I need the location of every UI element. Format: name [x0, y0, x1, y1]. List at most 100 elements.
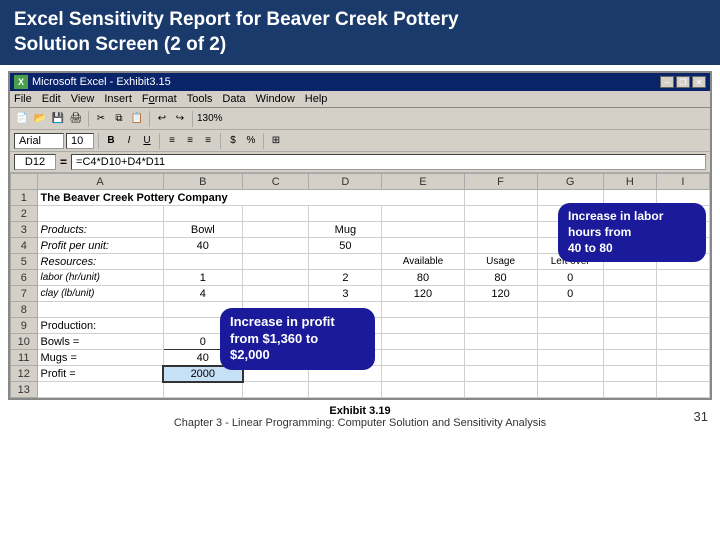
cell-b4[interactable]: 40 — [163, 238, 243, 254]
cell-i13[interactable] — [656, 382, 709, 398]
cell-e6[interactable]: 80 — [382, 270, 464, 286]
cell-a10[interactable]: Bowls = — [37, 334, 163, 350]
cell-c5[interactable] — [243, 254, 309, 270]
cell-g7[interactable]: 0 — [537, 286, 603, 302]
underline-icon[interactable]: U — [139, 133, 155, 149]
cell-a8[interactable] — [37, 302, 163, 318]
cell-f12[interactable] — [464, 366, 537, 382]
col-header-d[interactable]: D — [309, 174, 382, 190]
cell-i10[interactable] — [656, 334, 709, 350]
menu-format[interactable]: Format — [142, 93, 177, 105]
cell-a9[interactable]: Production: — [37, 318, 163, 334]
cell-d3[interactable]: Mug — [309, 222, 382, 238]
borders-icon[interactable]: ⊞ — [268, 133, 284, 149]
cell-e3[interactable] — [382, 222, 464, 238]
cell-reference-box[interactable]: D12 — [14, 154, 56, 170]
cell-e13[interactable] — [382, 382, 464, 398]
bold-icon[interactable]: B — [103, 133, 119, 149]
cell-a3[interactable]: Products: — [37, 222, 163, 238]
cell-i11[interactable] — [656, 350, 709, 366]
menu-view[interactable]: View — [71, 93, 95, 105]
cell-f11[interactable] — [464, 350, 537, 366]
cell-d7[interactable]: 3 — [309, 286, 382, 302]
menu-help[interactable]: Help — [305, 93, 328, 105]
cell-d5[interactable] — [309, 254, 382, 270]
close-button[interactable]: ✕ — [692, 76, 706, 88]
menu-tools[interactable]: Tools — [187, 93, 213, 105]
col-header-a[interactable]: A — [37, 174, 163, 190]
cell-d13[interactable] — [309, 382, 382, 398]
cell-b3[interactable]: Bowl — [163, 222, 243, 238]
percent-icon[interactable]: % — [243, 133, 259, 149]
cell-f9[interactable] — [464, 318, 537, 334]
col-header-i[interactable]: I — [656, 174, 709, 190]
cell-d6[interactable]: 2 — [309, 270, 382, 286]
col-header-b[interactable]: B — [163, 174, 243, 190]
align-right-icon[interactable]: ≡ — [200, 133, 216, 149]
align-left-icon[interactable]: ≡ — [164, 133, 180, 149]
cell-c4[interactable] — [243, 238, 309, 254]
col-header-e[interactable]: E — [382, 174, 464, 190]
cell-h8[interactable] — [603, 302, 656, 318]
cell-c2[interactable] — [243, 206, 309, 222]
cell-b5[interactable] — [163, 254, 243, 270]
cell-e9[interactable] — [382, 318, 464, 334]
open-icon[interactable]: 📂 — [32, 111, 48, 127]
new-icon[interactable]: 📄 — [14, 111, 30, 127]
menu-data[interactable]: Data — [222, 93, 245, 105]
cell-b6[interactable]: 1 — [163, 270, 243, 286]
cell-e5[interactable]: Available — [382, 254, 464, 270]
cell-e2[interactable] — [382, 206, 464, 222]
col-header-c[interactable]: C — [243, 174, 309, 190]
cell-a4[interactable]: Profit per unit: — [37, 238, 163, 254]
cell-h11[interactable] — [603, 350, 656, 366]
paste-icon[interactable]: 📋 — [129, 111, 145, 127]
cell-i8[interactable] — [656, 302, 709, 318]
currency-icon[interactable]: $ — [225, 133, 241, 149]
cell-c3[interactable] — [243, 222, 309, 238]
cell-a13[interactable] — [37, 382, 163, 398]
menu-edit[interactable]: Edit — [42, 93, 61, 105]
cell-a6[interactable]: labor (hr/unit) — [37, 270, 163, 286]
cell-a5[interactable]: Resources: — [37, 254, 163, 270]
cell-h6[interactable] — [603, 270, 656, 286]
cell-f6[interactable]: 80 — [464, 270, 537, 286]
cell-a1[interactable]: The Beaver Creek Pottery Company — [37, 190, 464, 206]
print-icon[interactable]: 🖨 — [68, 111, 84, 127]
cell-f5[interactable]: Usage — [464, 254, 537, 270]
cell-a11[interactable]: Mugs = — [37, 350, 163, 366]
cell-d4[interactable]: 50 — [309, 238, 382, 254]
cell-i9[interactable] — [656, 318, 709, 334]
align-center-icon[interactable]: ≡ — [182, 133, 198, 149]
cell-f3[interactable] — [464, 222, 537, 238]
cell-h13[interactable] — [603, 382, 656, 398]
cell-g9[interactable] — [537, 318, 603, 334]
cell-i7[interactable] — [656, 286, 709, 302]
cell-b2[interactable] — [163, 206, 243, 222]
col-header-g[interactable]: G — [537, 174, 603, 190]
minimize-button[interactable]: – — [660, 76, 674, 88]
cell-b13[interactable] — [163, 382, 243, 398]
cell-i6[interactable] — [656, 270, 709, 286]
cell-e7[interactable]: 120 — [382, 286, 464, 302]
cell-a2[interactable] — [37, 206, 163, 222]
cell-c13[interactable] — [243, 382, 309, 398]
cell-f2[interactable] — [464, 206, 537, 222]
menu-file[interactable]: File — [14, 93, 32, 105]
cell-f8[interactable] — [464, 302, 537, 318]
cell-h7[interactable] — [603, 286, 656, 302]
cell-h10[interactable] — [603, 334, 656, 350]
cell-h9[interactable] — [603, 318, 656, 334]
cell-e4[interactable] — [382, 238, 464, 254]
cell-b7[interactable]: 4 — [163, 286, 243, 302]
cell-e12[interactable] — [382, 366, 464, 382]
cell-e10[interactable] — [382, 334, 464, 350]
cell-a12[interactable]: Profit = — [37, 366, 163, 382]
cell-c7[interactable] — [243, 286, 309, 302]
cell-g11[interactable] — [537, 350, 603, 366]
cell-d2[interactable] — [309, 206, 382, 222]
cell-f7[interactable]: 120 — [464, 286, 537, 302]
fontsize-selector[interactable]: 10 — [66, 133, 94, 149]
cut-icon[interactable]: ✂ — [93, 111, 109, 127]
cell-f10[interactable] — [464, 334, 537, 350]
